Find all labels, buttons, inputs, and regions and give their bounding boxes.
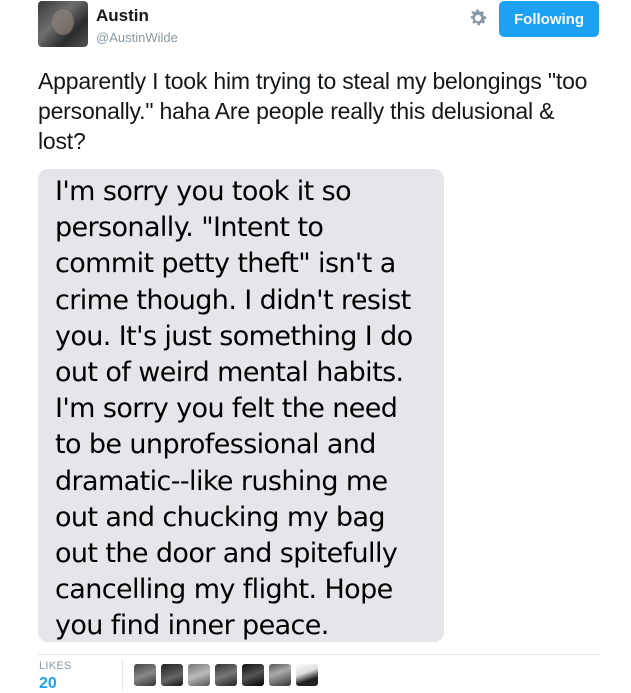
liker-avatar[interactable] xyxy=(242,664,264,686)
gear-icon[interactable] xyxy=(467,7,489,29)
liker-avatar[interactable] xyxy=(269,664,291,686)
message-bubble-text: I'm sorry you took it so personally. "In… xyxy=(55,176,413,642)
author-name[interactable]: Austin xyxy=(96,6,149,26)
likes-label[interactable]: LIKES xyxy=(39,660,72,672)
tweet-text: Apparently I took him trying to steal my… xyxy=(38,68,588,154)
likes-count[interactable]: 20 xyxy=(39,675,57,693)
likers-avatars xyxy=(134,664,318,686)
liker-avatar[interactable] xyxy=(134,664,156,686)
liker-avatar[interactable] xyxy=(215,664,237,686)
following-button[interactable]: Following xyxy=(499,1,599,37)
author-avatar[interactable] xyxy=(38,1,88,47)
stats-divider xyxy=(38,654,599,655)
author-handle[interactable]: @AustinWilde xyxy=(96,30,178,45)
liker-avatar[interactable] xyxy=(296,664,318,686)
stats-separator xyxy=(122,659,123,691)
liker-avatar[interactable] xyxy=(161,664,183,686)
liker-avatar[interactable] xyxy=(188,664,210,686)
